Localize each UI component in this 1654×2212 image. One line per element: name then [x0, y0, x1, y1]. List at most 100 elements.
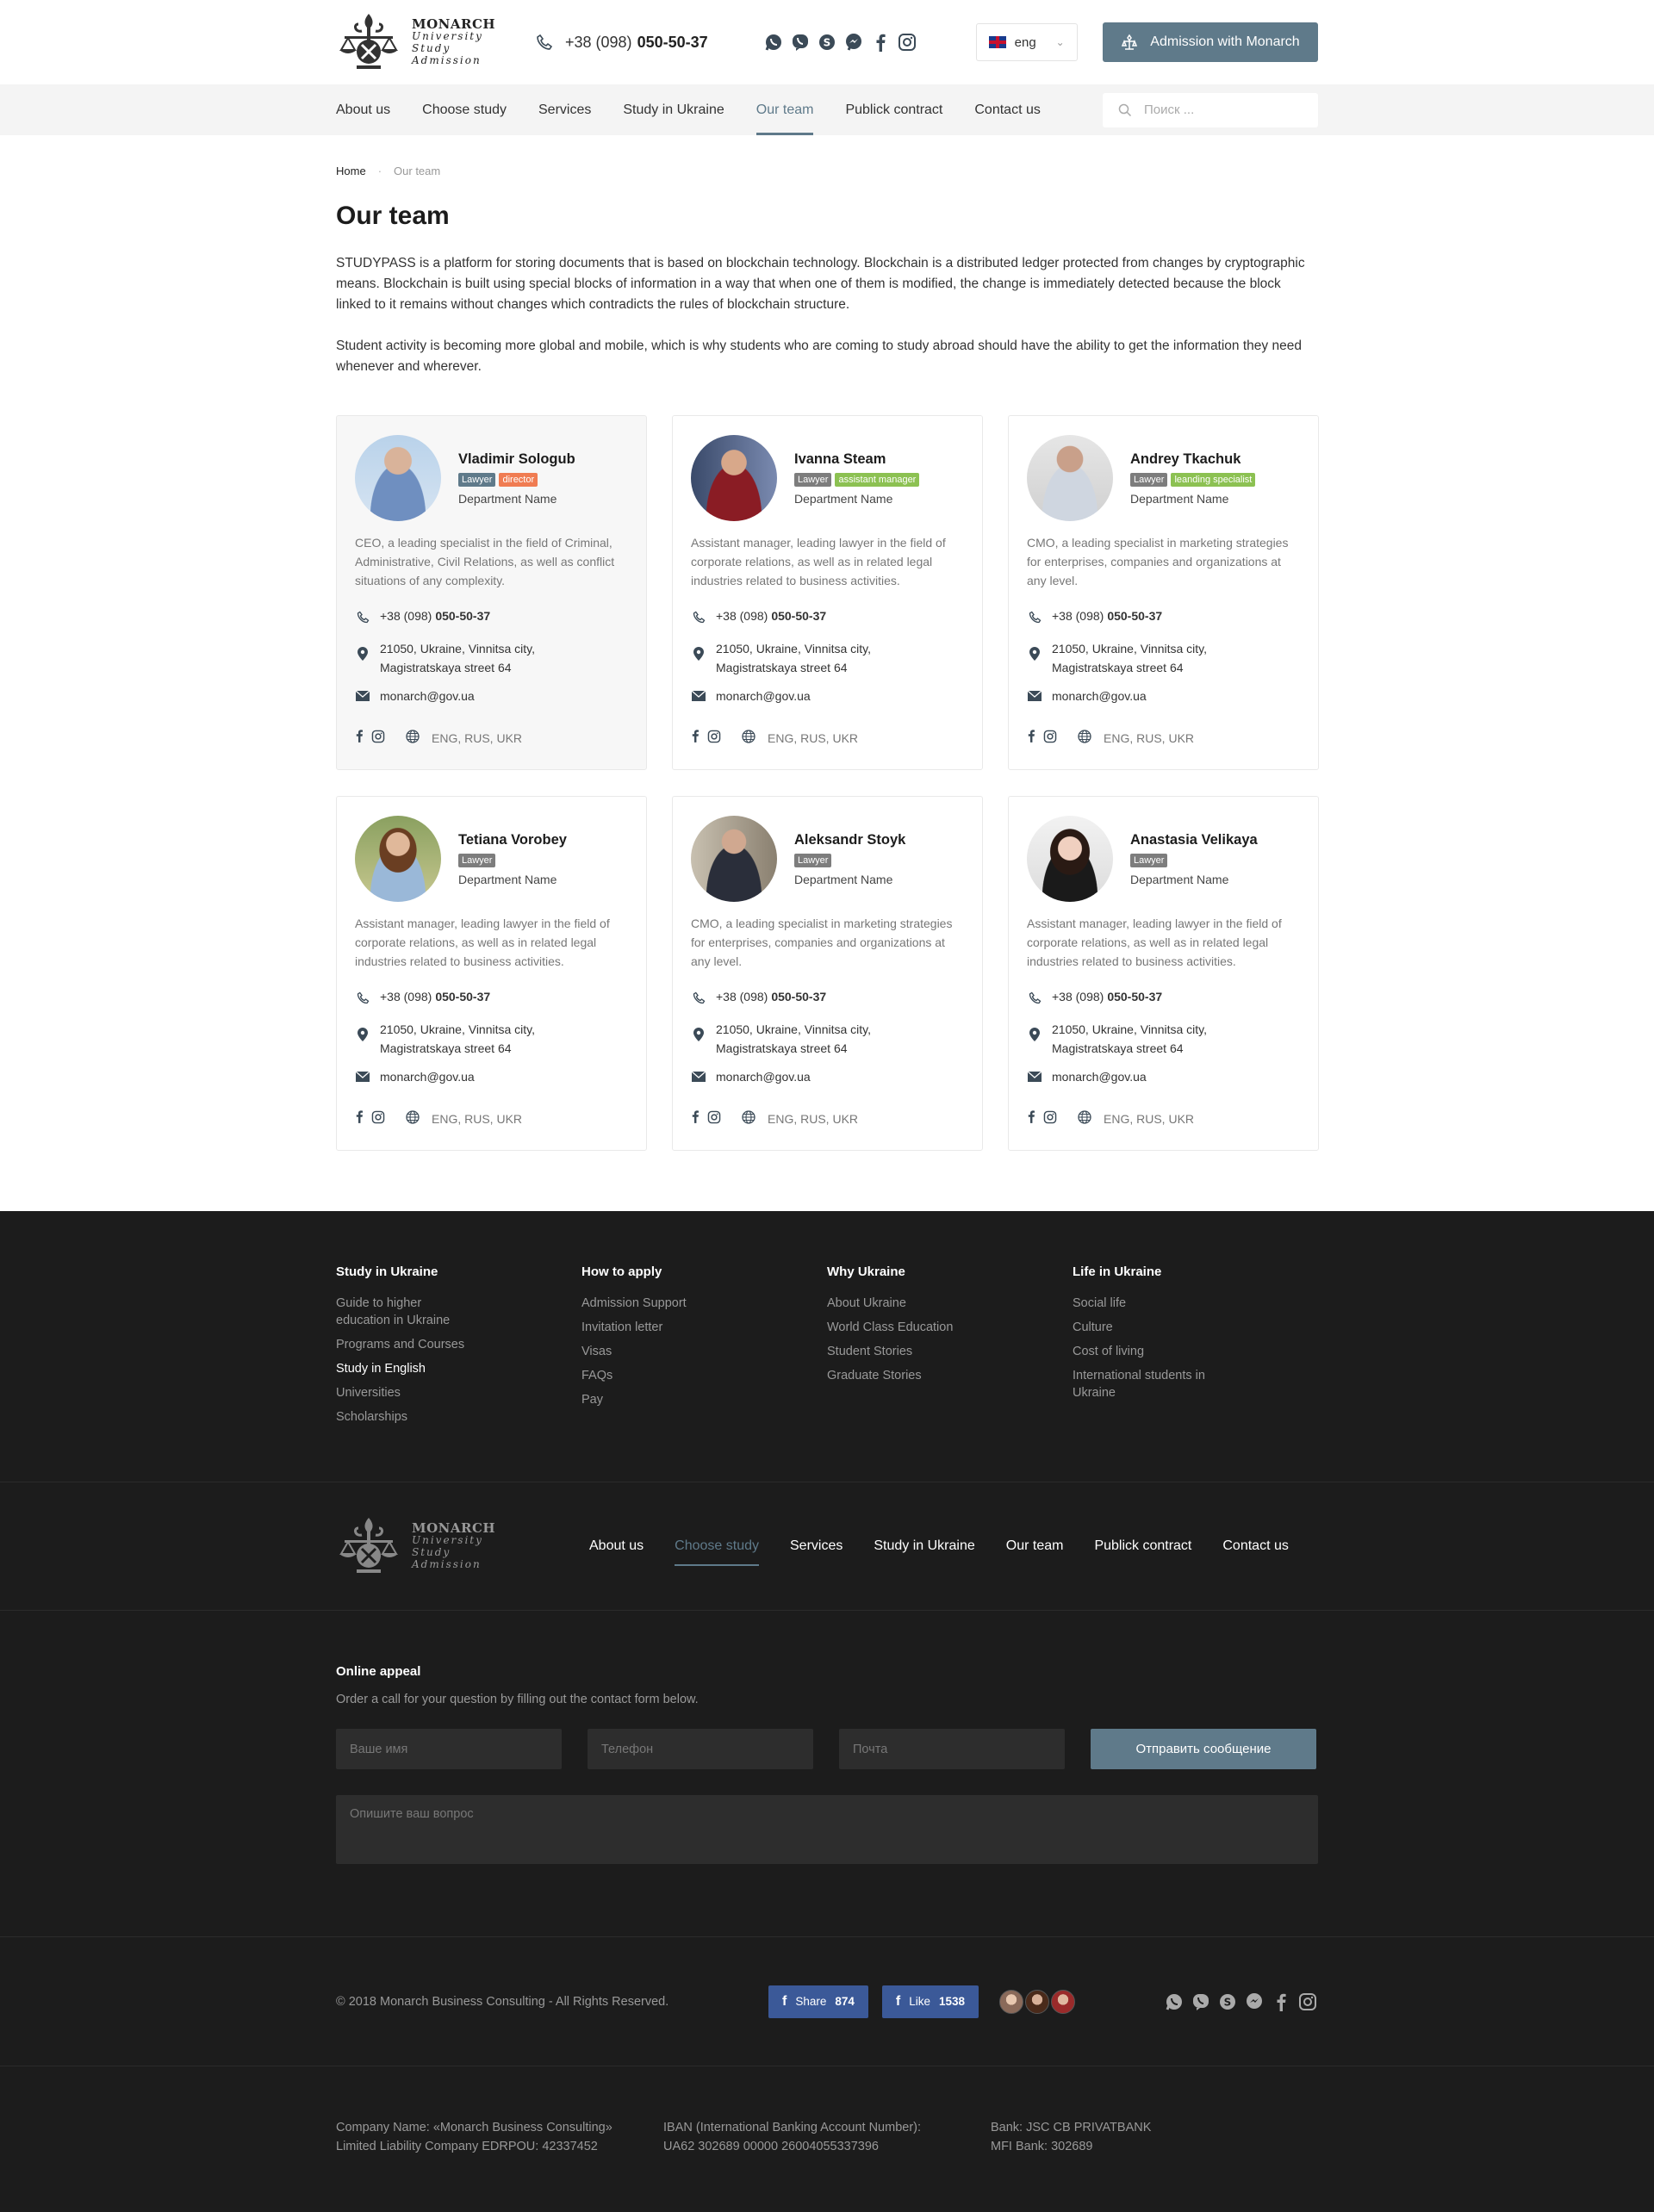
search-input[interactable]: Поиск ... [1103, 92, 1318, 127]
breadcrumb-home[interactable]: Home [336, 165, 366, 177]
footer-link[interactable]: Invitation letter [581, 1319, 719, 1336]
footer-nav-choose-study[interactable]: Choose study [675, 1526, 759, 1566]
person-email[interactable]: monarch@gov.ua [1027, 1070, 1301, 1084]
person-email[interactable]: monarch@gov.ua [1027, 689, 1301, 703]
person-name[interactable]: Anastasia Velikaya [1130, 832, 1258, 848]
footer-nav-contact-us[interactable]: Contact us [1222, 1526, 1288, 1566]
skype-icon[interactable]: S [817, 32, 837, 53]
nav-item-study-in-ukraine[interactable]: Study in Ukraine [623, 84, 724, 135]
instagram-icon[interactable] [897, 32, 917, 53]
person-email[interactable]: monarch@gov.ua [691, 1070, 965, 1084]
person-phone[interactable]: +38 (098) 050-50-37 [1027, 609, 1301, 624]
footer-link[interactable]: Graduate Stories [827, 1367, 965, 1384]
facebook-icon[interactable] [870, 32, 891, 53]
facebook-icon[interactable] [691, 729, 700, 747]
nav-item-choose-study[interactable]: Choose study [422, 84, 507, 135]
facebook-icon[interactable] [1027, 1109, 1035, 1128]
copyright: © 2018 Monarch Business Consulting - All… [336, 1994, 669, 2009]
footer-link[interactable]: Pay [581, 1391, 719, 1408]
whatsapp-icon[interactable] [1164, 1991, 1185, 2012]
person-description: Assistant manager, leading lawyer in the… [1027, 916, 1282, 968]
facebook-icon[interactable] [1027, 729, 1035, 747]
facebook-icon[interactable] [691, 1109, 700, 1128]
nav-item-services[interactable]: Services [538, 84, 591, 135]
viber-icon[interactable] [1191, 1991, 1211, 2012]
role-badge: Lawyer [1130, 472, 1168, 487]
admission-button[interactable]: Admission with Monarch [1103, 22, 1318, 62]
site-logo[interactable]: MONARCH University Study Admission [336, 12, 495, 72]
instagram-icon[interactable] [1043, 730, 1057, 746]
instagram-icon[interactable] [1297, 1991, 1318, 2012]
footer-link[interactable]: Study in English [336, 1360, 474, 1377]
phone-field[interactable]: Телефон [588, 1729, 813, 1769]
skype-icon[interactable]: S [1217, 1991, 1238, 2012]
person-phone[interactable]: +38 (098) 050-50-37 [355, 609, 629, 624]
facebook-like-button[interactable]: f Like 1538 [881, 1985, 979, 2018]
main-content: Home · Our team Our team STUDYPASS is a … [0, 165, 1654, 1151]
instagram-icon[interactable] [371, 1110, 385, 1127]
person-email[interactable]: monarch@gov.ua [691, 689, 965, 703]
iban-value: UA62 302689 00000 26004055337396 [663, 2140, 879, 2153]
footer-link[interactable]: Programs and Courses [336, 1336, 474, 1353]
viber-icon[interactable] [790, 32, 811, 53]
person-name[interactable]: Tetiana Vorobey [458, 832, 567, 848]
footer-link[interactable]: About Ukraine [827, 1295, 965, 1312]
company-name: Company Name: «Monarch Business Consulti… [336, 2121, 612, 2134]
footer-link[interactable]: Scholarships [336, 1408, 474, 1426]
language-select[interactable]: eng ⌄ [975, 23, 1078, 61]
header-phone[interactable]: +38 (098) 050-50-37 [536, 34, 708, 52]
footer-link[interactable]: World Class Education [827, 1319, 965, 1336]
facebook-icon[interactable] [355, 729, 364, 747]
person-email[interactable]: monarch@gov.ua [355, 689, 629, 703]
person-name[interactable]: Ivanna Steam [794, 451, 919, 468]
person-email[interactable]: monarch@gov.ua [355, 1070, 629, 1084]
footer-logo[interactable]: MONARCH University Study Admission [336, 1516, 495, 1576]
send-message-button[interactable]: Отправить сообщение [1091, 1729, 1316, 1769]
iban-details: IBAN (International Banking Account Numb… [663, 2118, 991, 2212]
person-name[interactable]: Vladimir Sologub [458, 451, 575, 468]
person-phone[interactable]: +38 (098) 050-50-37 [1027, 990, 1301, 1004]
footer-nav-study-in-ukraine[interactable]: Study in Ukraine [874, 1526, 974, 1566]
footer-link[interactable]: Culture [1073, 1319, 1210, 1336]
instagram-icon[interactable] [707, 730, 721, 746]
header-socials: S [763, 32, 917, 53]
person-phone[interactable]: +38 (098) 050-50-37 [355, 990, 629, 1004]
instagram-icon[interactable] [371, 730, 385, 746]
globe-icon [406, 730, 420, 746]
nav-item-publick-contract[interactable]: Publick contract [845, 84, 942, 135]
footer-nav-about-us[interactable]: About us [589, 1526, 644, 1566]
footer-link[interactable]: Admission Support [581, 1295, 719, 1312]
messenger-icon[interactable] [1244, 1991, 1265, 2012]
message-textarea[interactable]: Опишите ваш вопрос [336, 1795, 1318, 1864]
footer-nav-publick-contract[interactable]: Publick contract [1094, 1526, 1191, 1566]
person-phone[interactable]: +38 (098) 050-50-37 [691, 990, 965, 1004]
nav-item-contact-us[interactable]: Contact us [974, 84, 1040, 135]
facebook-icon[interactable] [355, 1109, 364, 1128]
facebook-icon[interactable] [1271, 1991, 1291, 2012]
footer-link[interactable]: Social life [1073, 1295, 1210, 1312]
nav-item-about-us[interactable]: About us [336, 84, 390, 135]
online-appeal-form: Online appeal Order a call for your ques… [336, 1611, 1318, 1936]
instagram-icon[interactable] [707, 1110, 721, 1127]
whatsapp-icon[interactable] [763, 32, 784, 53]
footer-link[interactable]: Universities [336, 1384, 474, 1401]
footer-link[interactable]: Guide to higher education in Ukraine [336, 1295, 474, 1329]
footer-link[interactable]: Visas [581, 1343, 719, 1360]
messenger-icon[interactable] [843, 32, 864, 53]
phone-number: 050-50-37 [1107, 609, 1163, 623]
footer-nav-services[interactable]: Services [790, 1526, 843, 1566]
footer-link[interactable]: Cost of living [1073, 1343, 1210, 1360]
person-name[interactable]: Aleksandr Stoyk [794, 832, 905, 848]
instagram-icon[interactable] [1043, 1110, 1057, 1127]
phone-prefix: +38 (098) [380, 609, 432, 623]
footer-link[interactable]: FAQs [581, 1367, 719, 1384]
email-field[interactable]: Почта [839, 1729, 1065, 1769]
facebook-share-button[interactable]: f Share 874 [768, 1985, 868, 2018]
footer-link[interactable]: International students in Ukraine [1073, 1367, 1210, 1401]
person-name[interactable]: Andrey Tkachuk [1130, 451, 1255, 468]
name-field[interactable]: Ваше имя [336, 1729, 562, 1769]
footer-nav-our-team[interactable]: Our team [1006, 1526, 1064, 1566]
footer-link[interactable]: Student Stories [827, 1343, 965, 1360]
person-phone[interactable]: +38 (098) 050-50-37 [691, 609, 965, 624]
nav-item-our-team[interactable]: Our team [755, 84, 813, 135]
